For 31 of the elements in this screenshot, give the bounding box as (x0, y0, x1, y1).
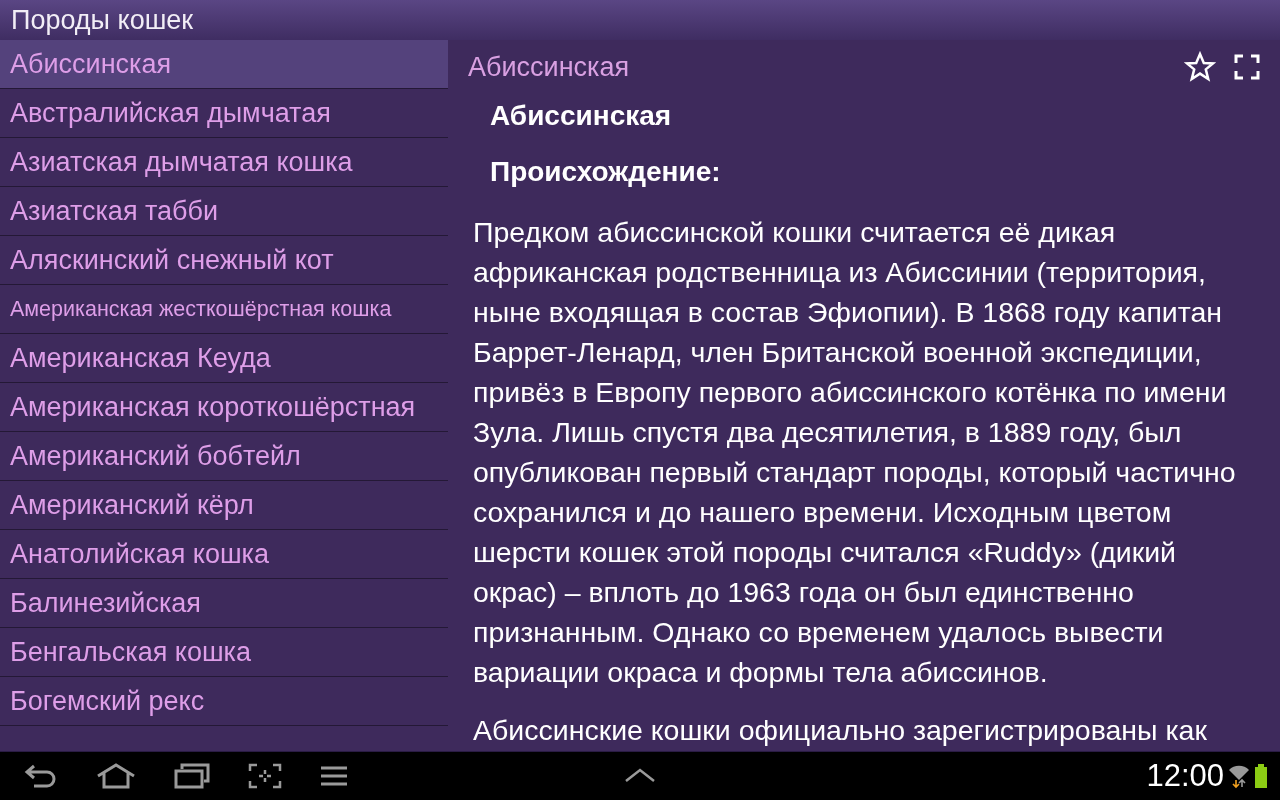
article-paragraph: Предком абиссинской кошки считается её дикая африканская родственница из Абиссинии (территория, ныне входящая в состав Эфиопии). В 1868 году капитан Баррет-Ленард, член Британской военной экспедиции, привёз в Европу первого абиссинского котёнка по имени Зула. Лишь спустя два десятилетия, в 1889 году, был опубликован первый стандарт породы, который частично сохранился и до нашего времени. Исходным цветом шерсти кошек этой породы считался «Ruddy» (дикий окрас) – вплоть до 1963 года он был единственно признанным. Однако со временем удалось вывести вариации окраса и формы тела абиссинов. (473, 215, 1237, 690)
recent-apps-icon[interactable] (174, 763, 210, 789)
article-heading: Абиссинская (489, 100, 673, 132)
menu-icon[interactable] (320, 765, 348, 787)
detail-title: Абиссинская (468, 51, 630, 83)
breed-list-item[interactable]: Американская короткошёрстная (0, 383, 448, 432)
app-title: Породы кошек (11, 4, 194, 36)
screenshot-icon[interactable] (248, 763, 282, 789)
breed-list-item[interactable]: Американский бобтейл (0, 432, 448, 481)
article-paragraph: Абиссинские кошки официально зарегистрированы как (473, 713, 1208, 748)
home-icon[interactable] (96, 763, 136, 789)
breed-list-item[interactable]: Анатолийская кошка (0, 530, 448, 579)
breed-list-item[interactable]: Богемский рекс (0, 677, 448, 726)
breed-list-item[interactable]: Азиатская табби (0, 187, 448, 236)
breed-list-item[interactable]: Австралийская дымчатая (0, 89, 448, 138)
back-icon[interactable] (24, 763, 58, 789)
breed-list-item[interactable]: Абиссинская (0, 40, 448, 89)
wifi-icon (1228, 763, 1250, 789)
breed-list-item[interactable]: Американский кёрл (0, 481, 448, 530)
chevron-up-icon[interactable] (625, 768, 655, 782)
breed-list-item[interactable]: Азиатская дымчатая кошка (0, 138, 448, 187)
article-heading: Происхождение: (489, 156, 722, 188)
star-icon[interactable] (1184, 51, 1216, 83)
breed-list-item[interactable]: Аляскинский снежный кот (0, 236, 448, 285)
battery-icon (1254, 763, 1268, 789)
breed-list-item[interactable]: Американская Кеуда (0, 334, 448, 383)
fullscreen-icon[interactable] (1234, 54, 1260, 80)
clock-time: 12:00 (1146, 758, 1224, 794)
breed-list-item[interactable]: Балинезийская (0, 579, 448, 628)
breed-list-item[interactable]: Американская жесткошёрстная кошка (0, 285, 448, 334)
breed-list-item[interactable]: Бенгальская кошка (0, 628, 448, 677)
